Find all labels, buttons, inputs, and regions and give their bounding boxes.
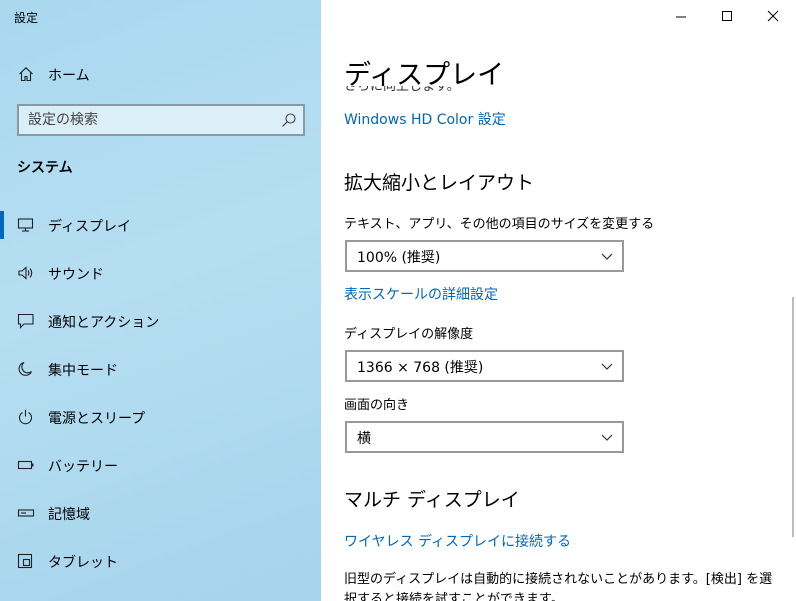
sidebar-item-label: バッテリー (48, 459, 118, 475)
storage-icon (17, 505, 35, 521)
orientation-value: 横 (357, 431, 371, 447)
speaker-icon (17, 265, 35, 281)
text-size-value: 100% (推奨) (357, 250, 441, 266)
maximize-icon (722, 11, 732, 21)
cutoff-text-content: さらに向上します。 (344, 86, 460, 94)
window-controls (658, 0, 796, 32)
active-indicator (0, 211, 4, 239)
resolution-label: ディスプレイの解像度 (344, 327, 474, 342)
sidebar-item-label: 記憶域 (48, 507, 90, 523)
wireless-display-link[interactable]: ワイヤレス ディスプレイに接続する (344, 531, 571, 551)
sidebar-item-power[interactable]: 電源とスリープ (0, 395, 321, 439)
search-input[interactable] (19, 106, 275, 134)
moon-icon (17, 361, 35, 377)
app-title: 設定 (14, 11, 39, 25)
minimize-button[interactable] (658, 0, 704, 32)
home-label: ホーム (48, 68, 90, 84)
notification-icon (17, 313, 35, 329)
close-icon (767, 10, 779, 22)
resolution-value: 1366 × 768 (推奨) (357, 360, 484, 376)
power-icon (17, 409, 35, 425)
chevron-down-icon (601, 363, 613, 370)
hd-color-settings-link[interactable]: Windows HD Color 設定 (344, 109, 506, 129)
battery-icon (17, 457, 35, 473)
search-box[interactable] (17, 104, 305, 136)
sidebar-item-label: タブレット (48, 555, 118, 571)
sidebar-item-label: 電源とスリープ (48, 411, 146, 427)
scrollbar-thumb[interactable] (792, 297, 794, 537)
tablet-icon (17, 553, 35, 569)
section-title: システム (17, 160, 73, 176)
sidebar-item-notifications[interactable]: 通知とアクション (0, 299, 321, 343)
monitor-icon (17, 217, 35, 233)
scrollbar[interactable] (792, 32, 796, 601)
scale-layout-heading: 拡大縮小とレイアウト (344, 172, 535, 194)
sidebar-item-focus[interactable]: 集中モード (0, 347, 321, 391)
multi-display-heading: マルチ ディスプレイ (344, 489, 520, 511)
cutoff-text: さらに向上します。 (344, 86, 460, 96)
text-size-label: テキスト、アプリ、その他の項目のサイズを変更する (344, 217, 655, 232)
sidebar-item-label: 集中モード (48, 363, 118, 379)
orientation-label: 画面の向き (344, 398, 410, 413)
search-icon[interactable] (281, 112, 297, 128)
minimize-icon (676, 16, 686, 18)
sidebar-item-label: ディスプレイ (48, 219, 132, 235)
sidebar-item-label: サウンド (48, 267, 104, 283)
sidebar-item-battery[interactable]: バッテリー (0, 443, 321, 487)
maximize-button[interactable] (704, 0, 750, 32)
resolution-dropdown[interactable]: 1366 × 768 (推奨) (345, 350, 624, 382)
close-button[interactable] (750, 0, 796, 32)
advanced-scale-link[interactable]: 表示スケールの詳細設定 (344, 284, 498, 304)
sidebar: 設定 ホーム システム ディスプレイ サウンド 通知とアクション (0, 0, 321, 601)
sidebar-item-tablet[interactable]: タブレット (0, 539, 321, 583)
sidebar-item-display[interactable]: ディスプレイ (0, 203, 321, 247)
chevron-down-icon (601, 434, 613, 441)
chevron-down-icon (601, 253, 613, 260)
multi-display-info: 旧型のディスプレイは自動的に接続されないことがあります。[検出] を選択すると接… (344, 572, 773, 601)
sidebar-item-label: 通知とアクション (48, 315, 160, 331)
text-size-dropdown[interactable]: 100% (推奨) (345, 240, 624, 272)
sidebar-item-storage[interactable]: 記憶域 (0, 491, 321, 535)
home-nav-item[interactable]: ホーム (0, 58, 321, 90)
home-icon (18, 66, 34, 82)
orientation-dropdown[interactable]: 横 (345, 421, 624, 453)
sidebar-item-sound[interactable]: サウンド (0, 251, 321, 295)
main-content: ディスプレイ さらに向上します。 Windows HD Color 設定 拡大縮… (321, 0, 796, 601)
